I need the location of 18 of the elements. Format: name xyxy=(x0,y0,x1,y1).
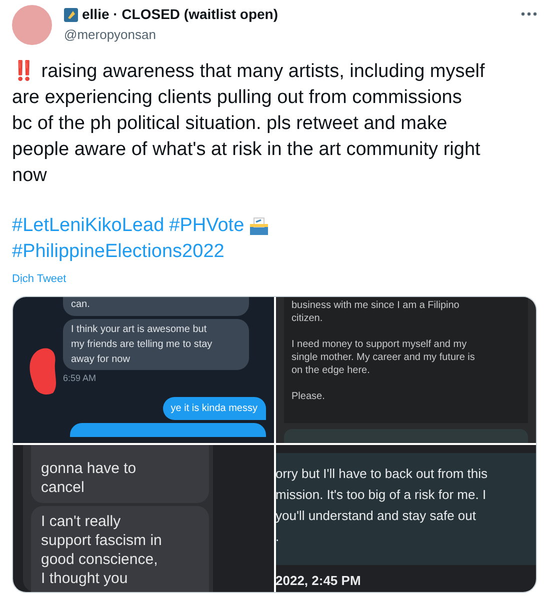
message-time: 6:59 AM xyxy=(63,372,98,384)
hashtag-link[interactable]: #LetLeniKikoLead xyxy=(12,213,164,239)
author-handle[interactable]: @meropyonsan xyxy=(64,25,278,44)
ballot-box-icon xyxy=(249,216,270,236)
message-time: 2022, 2:45 PM xyxy=(276,572,362,590)
message-bubble: business with me since I am a Filipino citizen. I need money to support myself and my single mother. My career and my future is on the edge here. Please. xyxy=(284,296,528,422)
tweet-text: ‼ raising awareness that many artists, including myself are experiencing clients pulling out from commissions bc of the ph political situation. pls retweet and make people aware of what's at risk in the art community right now xyxy=(12,59,486,188)
author-name[interactable]: ellie · CLOSED (waitlist open) xyxy=(82,4,278,25)
message-bubble: gonna have to cancel xyxy=(31,445,209,503)
message-bubble: I think your art is awesome but my friends are telling me to stay away for now xyxy=(63,318,249,370)
message-bubble: I can't really support fascism in good conscience, I thought you xyxy=(31,506,209,592)
message-bubble: can. xyxy=(63,296,249,316)
translate-link[interactable]: Dịch Tweet xyxy=(12,271,537,288)
hashtag-link[interactable]: #PHVote xyxy=(169,213,244,239)
reply-bubble: ye it is kinda messy xyxy=(162,397,266,420)
message-bubble: orry but I'll have to back out from this mission. It's too big of a risk for me. I you'll understand and stay safe out . xyxy=(276,453,536,565)
more-icon[interactable] xyxy=(521,12,537,16)
hashtag-link[interactable]: #PhilippineElections2022 xyxy=(12,239,224,265)
